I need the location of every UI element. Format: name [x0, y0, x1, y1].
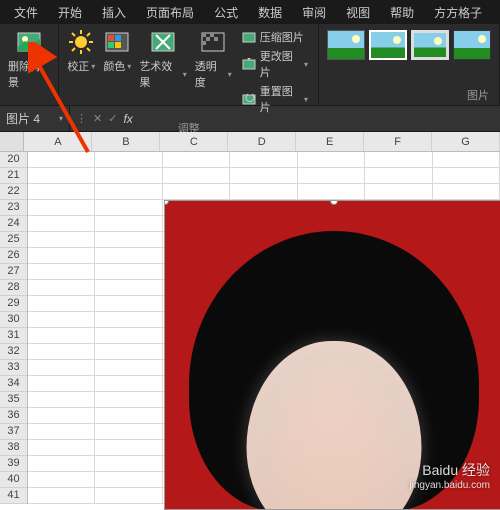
row-headers: 2021222324252627282930313233343536373839…	[0, 152, 28, 504]
name-box[interactable]: 图片 4 ▾	[0, 106, 70, 131]
chevron-down-icon: ▾	[183, 70, 187, 79]
tab-formulas[interactable]: 公式	[204, 0, 248, 25]
ribbon-group-styles: 图片	[319, 24, 500, 105]
remove-background-button[interactable]: 删除背景	[4, 26, 54, 92]
col-header[interactable]: B	[92, 132, 160, 151]
picture-style-2[interactable]	[369, 30, 407, 60]
styles-group-label: 图片	[323, 85, 495, 105]
col-header[interactable]: G	[432, 132, 500, 151]
tab-review[interactable]: 审阅	[292, 0, 336, 25]
row-header[interactable]: 39	[0, 456, 27, 472]
row-header[interactable]: 21	[0, 168, 27, 184]
sun-icon	[67, 28, 95, 56]
tab-data[interactable]: 数据	[248, 0, 292, 25]
select-all-corner[interactable]	[0, 132, 24, 151]
chevron-down-icon: ▾	[304, 95, 308, 104]
change-label: 更改图片	[260, 48, 300, 80]
compress-picture-button[interactable]: 压缩图片	[240, 28, 310, 46]
tab-home[interactable]: 开始	[48, 0, 92, 25]
tab-layout[interactable]: 页面布局	[136, 0, 204, 25]
resize-handle-tl[interactable]	[164, 200, 169, 205]
col-header[interactable]: D	[228, 132, 296, 151]
corrections-label: 校正	[67, 58, 89, 74]
artistic-label: 艺术效果	[139, 58, 180, 90]
tab-addon[interactable]: 方方格子	[424, 0, 492, 25]
cells-area[interactable]	[28, 152, 500, 504]
compress-label: 压缩图片	[260, 29, 304, 45]
column-headers: A B C D E F G	[0, 132, 500, 152]
tab-file[interactable]: 文件	[4, 0, 48, 25]
chevron-down-icon: ▾	[228, 70, 232, 79]
resize-handle-tm[interactable]	[330, 200, 338, 205]
tab-insert[interactable]: 插入	[92, 0, 136, 25]
artistic-icon	[149, 28, 177, 56]
row-header[interactable]: 30	[0, 312, 27, 328]
remove-background-label: 删除背景	[8, 58, 50, 90]
compress-icon	[242, 30, 256, 44]
transparency-label: 透明度	[195, 58, 226, 90]
menu-tabs: 文件 开始 插入 页面布局 公式 数据 审阅 视图 帮助 方方格子	[0, 0, 500, 24]
tab-view[interactable]: 视图	[336, 0, 380, 25]
change-picture-icon	[242, 57, 256, 71]
row-header[interactable]: 23	[0, 200, 27, 216]
change-picture-button[interactable]: 更改图片 ▾	[240, 47, 310, 81]
reset-icon	[242, 92, 256, 106]
name-box-value: 图片 4	[6, 110, 40, 127]
ribbon-group-adjust: 校正▾ 颜色▾ 艺术效果▾ 透明度▾	[59, 24, 319, 105]
remove-background-icon	[15, 28, 43, 56]
picture-style-4[interactable]	[453, 30, 491, 60]
row-header[interactable]: 22	[0, 184, 27, 200]
chevron-down-icon: ▾	[91, 62, 95, 71]
ribbon-group-background: 删除背景	[0, 24, 59, 105]
ribbon: 删除背景 校正▾ 颜色▾ 艺术效果▾	[0, 24, 500, 106]
col-header[interactable]: C	[160, 132, 228, 151]
row-header[interactable]: 33	[0, 360, 27, 376]
row-header[interactable]: 34	[0, 376, 27, 392]
row-header[interactable]: 36	[0, 408, 27, 424]
row-header[interactable]: 25	[0, 232, 27, 248]
color-palette-icon	[103, 28, 131, 56]
corrections-button[interactable]: 校正▾	[63, 26, 99, 76]
row-header[interactable]: 20	[0, 152, 27, 168]
reset-picture-button[interactable]: 重置图片 ▾	[240, 82, 310, 116]
row-header[interactable]: 38	[0, 440, 27, 456]
chevron-down-icon: ▾	[127, 62, 131, 71]
transparency-button[interactable]: 透明度▾	[191, 26, 236, 92]
artistic-effects-button[interactable]: 艺术效果▾	[135, 26, 190, 92]
row-header[interactable]: 32	[0, 344, 27, 360]
color-button[interactable]: 颜色▾	[99, 26, 135, 76]
tab-help[interactable]: 帮助	[380, 0, 424, 25]
col-header[interactable]: E	[296, 132, 364, 151]
picture-style-3[interactable]	[411, 30, 449, 60]
inserted-picture[interactable]	[164, 200, 500, 510]
row-header[interactable]: 37	[0, 424, 27, 440]
picture-style-1[interactable]	[327, 30, 365, 60]
row-header[interactable]: 29	[0, 296, 27, 312]
row-header[interactable]: 40	[0, 472, 27, 488]
row-header[interactable]: 24	[0, 216, 27, 232]
row-header[interactable]: 27	[0, 264, 27, 280]
transparency-icon	[199, 28, 227, 56]
col-header[interactable]: A	[24, 132, 92, 151]
row-header[interactable]: 26	[0, 248, 27, 264]
spreadsheet-area: A B C D E F G 20212223242526272829303132…	[0, 132, 500, 504]
color-label: 颜色	[103, 58, 125, 74]
col-header[interactable]: F	[364, 132, 432, 151]
row-header[interactable]: 41	[0, 488, 27, 504]
row-header[interactable]: 28	[0, 280, 27, 296]
row-header[interactable]: 31	[0, 328, 27, 344]
chevron-down-icon: ▾	[304, 60, 308, 69]
row-header[interactable]: 35	[0, 392, 27, 408]
reset-label: 重置图片	[260, 83, 300, 115]
